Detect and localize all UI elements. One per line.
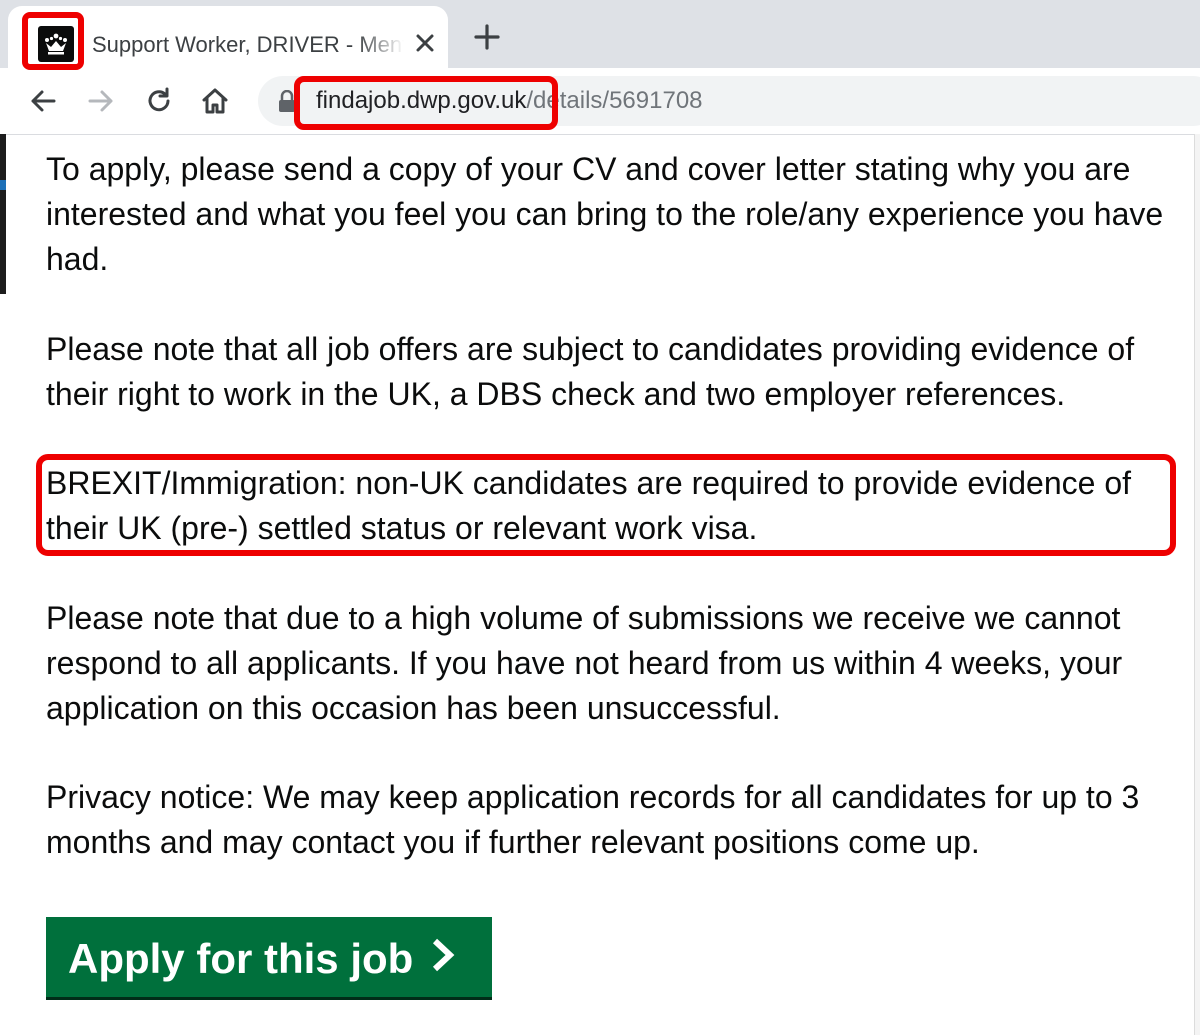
- url-domain: findajob.dwp.gov.uk: [316, 87, 527, 114]
- tab-title: Support Worker, DRIVER - Mental Health: [92, 32, 404, 57]
- browser-toolbar: findajob.dwp.gov.uk/details/5691708: [0, 68, 1200, 135]
- arrow-right-icon[interactable]: [86, 86, 116, 116]
- tab-strip: Support Worker, DRIVER - Mental Health: [0, 0, 1200, 68]
- close-icon[interactable]: [412, 30, 438, 56]
- reload-icon[interactable]: [144, 86, 174, 116]
- arrow-left-icon[interactable]: [28, 86, 58, 116]
- apply-instructions: To apply, please send a copy of your CV …: [46, 151, 1164, 277]
- window-edge: [0, 134, 6, 294]
- volume-notice: Please note that due to a high volume of…: [46, 600, 1123, 726]
- url-path: /details/5691708: [526, 87, 703, 114]
- url-text: findajob.dwp.gov.uk/details/5691708: [316, 86, 703, 116]
- scrollbar[interactable]: [1194, 134, 1200, 1035]
- lock-icon[interactable]: [278, 89, 296, 117]
- apply-for-job-button[interactable]: Apply for this job: [46, 917, 492, 997]
- privacy-notice: Privacy notice: We may keep application …: [46, 779, 1140, 860]
- plus-icon[interactable]: [472, 22, 502, 52]
- chevron-right-icon: [431, 934, 455, 982]
- apply-button-label: Apply for this job: [68, 934, 414, 982]
- brexit-immigration-notice: BREXIT/Immigration: non-UK candidates ar…: [46, 465, 1131, 546]
- window-edge-accent: [0, 180, 6, 190]
- home-icon[interactable]: [200, 86, 230, 116]
- browser-tab[interactable]: Support Worker, DRIVER - Mental Health: [8, 6, 448, 68]
- crown-icon: [38, 26, 74, 62]
- job-offer-conditions: Please note that all job offers are subj…: [46, 331, 1135, 412]
- address-bar[interactable]: findajob.dwp.gov.uk/details/5691708: [258, 76, 1200, 126]
